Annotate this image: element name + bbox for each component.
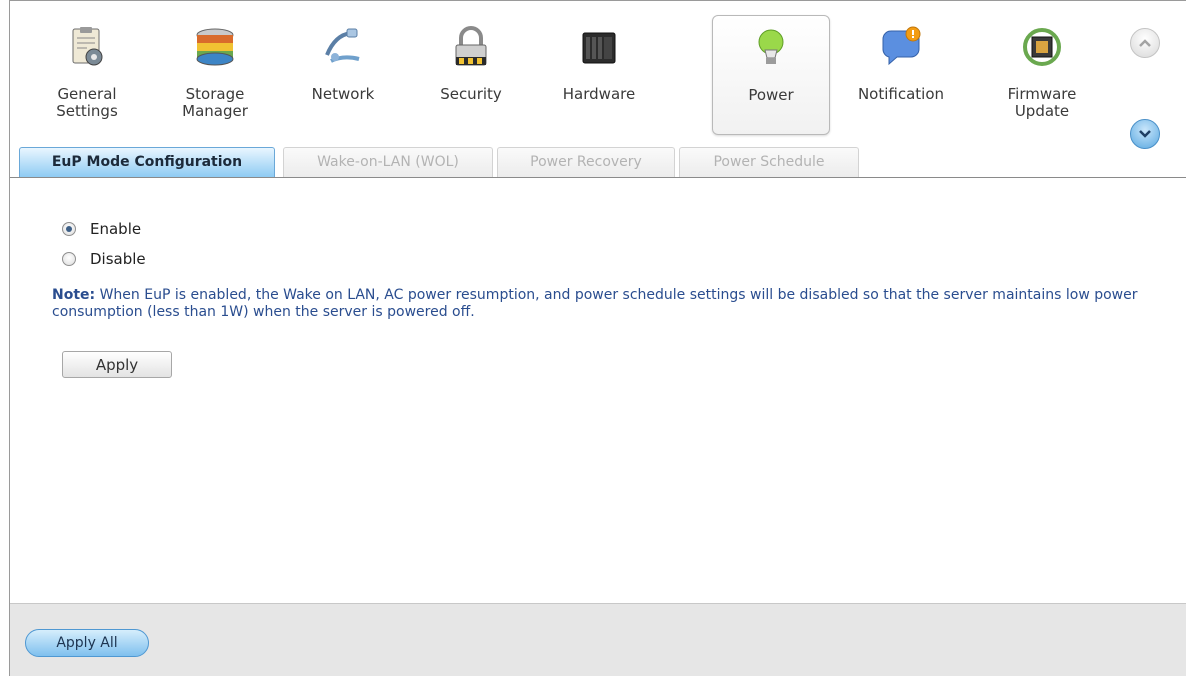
toolbar-scroll-down-button[interactable]: [1130, 119, 1160, 149]
toolbar-security[interactable]: Security: [412, 15, 530, 135]
disable-radio[interactable]: [62, 252, 76, 266]
control-panel-window: General Settings Storage Manager Network: [9, 0, 1186, 676]
toolbar-network[interactable]: Network: [284, 15, 402, 135]
tab-power-schedule[interactable]: Power Schedule: [679, 147, 859, 177]
toolbar-hardware[interactable]: Hardware: [540, 15, 658, 135]
padlock-icon: [455, 26, 487, 66]
chip-refresh-icon: [1023, 28, 1061, 66]
enable-radio[interactable]: [62, 222, 76, 236]
note-prefix: Note:: [52, 287, 96, 303]
speech-bubble-alert-icon: [882, 26, 921, 66]
disk-stack-icon: [196, 28, 234, 66]
toolbar-general-settings[interactable]: General Settings: [28, 15, 146, 135]
footer-bar: Apply All: [10, 603, 1186, 676]
toolbar-label: Network: [311, 85, 375, 103]
disable-label: Disable: [90, 250, 146, 268]
toolbar-label: Firmware Update: [1007, 85, 1077, 120]
toolbar-firmware-update[interactable]: Firmware Update: [983, 15, 1101, 135]
toolbar-label: Hardware: [562, 85, 636, 103]
tab-power-recovery[interactable]: Power Recovery: [497, 147, 675, 177]
toolbar-power[interactable]: Power: [712, 15, 830, 135]
apply-all-button[interactable]: Apply All: [25, 629, 149, 657]
eup-note: Note: When EuP is enabled, the Wake on L…: [52, 287, 1152, 321]
apply-button[interactable]: Apply: [62, 351, 172, 378]
toolbar-label: Notification: [857, 85, 945, 103]
chevron-up-icon: [1139, 39, 1151, 47]
network-plug-icon: [325, 28, 360, 63]
enable-label: Enable: [90, 220, 142, 238]
server-box-icon: [582, 32, 616, 64]
tab-divider: [10, 177, 1186, 178]
toolbar-label: General Settings: [56, 85, 118, 120]
lightbulb-icon: [758, 29, 784, 64]
settings-toolbar: General Settings Storage Manager Network: [10, 1, 1186, 149]
toolbar-storage-manager[interactable]: Storage Manager: [156, 15, 274, 135]
clipboard-gear-icon: [72, 27, 103, 66]
tab-eup-mode-configuration[interactable]: EuP Mode Configuration: [19, 147, 275, 177]
toolbar-label: Storage Manager: [182, 85, 248, 120]
toolbar-label: Security: [440, 85, 502, 103]
toolbar-scroll-up-button[interactable]: [1130, 28, 1160, 58]
toolbar-notification[interactable]: Notification: [842, 15, 960, 135]
toolbar-label: Power: [748, 86, 794, 104]
tab-wake-on-lan[interactable]: Wake-on-LAN (WOL): [283, 147, 493, 177]
note-text: When EuP is enabled, the Wake on LAN, AC…: [52, 287, 1138, 320]
chevron-down-icon: [1139, 130, 1151, 138]
